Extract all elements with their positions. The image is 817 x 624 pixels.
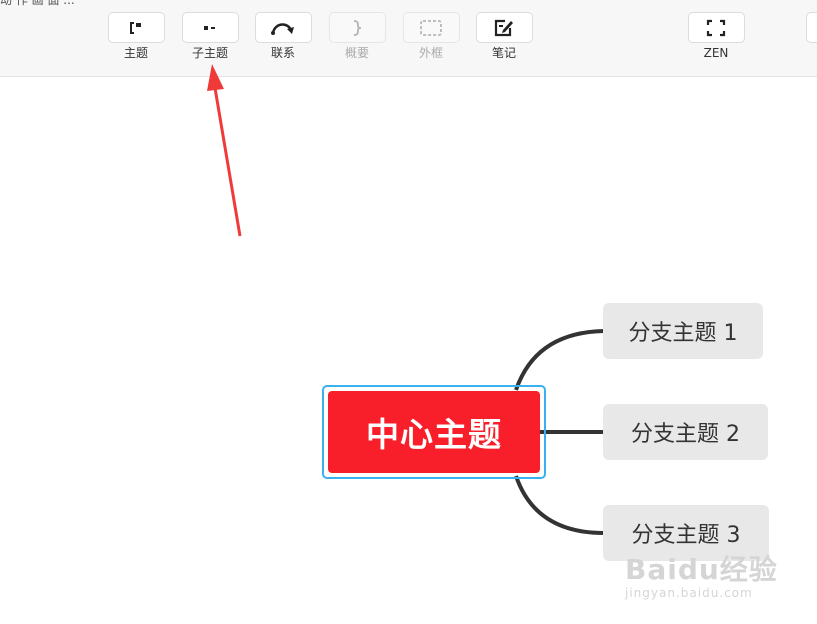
summary-icon bbox=[353, 19, 362, 36]
central-topic[interactable]: 中心主题 bbox=[328, 391, 540, 473]
toolbar: 动 作 画 面 ... 主题 子主题 联系 概要 外框 笔记 ZEN bbox=[0, 0, 817, 77]
branch-topic-2[interactable]: 分支主题 2 bbox=[603, 404, 768, 460]
note-icon bbox=[494, 19, 513, 36]
relationship-button[interactable] bbox=[254, 12, 312, 43]
boundary-label: 外框 bbox=[418, 46, 443, 60]
topic-icon bbox=[130, 21, 141, 34]
relationship-label: 联系 bbox=[270, 46, 295, 60]
subtopic-button[interactable] bbox=[181, 12, 239, 43]
toolbar-edge-button[interactable] bbox=[806, 12, 817, 43]
relationship-icon bbox=[271, 22, 294, 35]
zen-label: ZEN bbox=[703, 46, 729, 60]
toolbar-item-summary[interactable]: 概要 bbox=[327, 12, 387, 61]
toolbar-item-relationship[interactable]: 联系 bbox=[253, 12, 313, 61]
branch-topic-1[interactable]: 分支主题 1 bbox=[603, 303, 763, 359]
summary-button[interactable] bbox=[328, 12, 386, 43]
watermark-logo: Baidu经验 bbox=[625, 553, 778, 586]
watermark-url: jingyan.baidu.com bbox=[625, 586, 753, 600]
zen-button[interactable] bbox=[687, 12, 745, 43]
note-label: 笔记 bbox=[491, 46, 516, 60]
baidu-watermark: Baidu经验 jingyan.baidu.com bbox=[625, 548, 778, 600]
subtopic-icon bbox=[204, 25, 215, 30]
topic-button[interactable] bbox=[107, 12, 165, 43]
toolbar-item-subtopic[interactable]: 子主题 bbox=[180, 12, 240, 61]
summary-label: 概要 bbox=[344, 46, 369, 60]
zen-fullscreen-icon bbox=[706, 19, 726, 36]
toolbar-item-note[interactable]: 笔记 bbox=[474, 12, 534, 61]
boundary-button[interactable] bbox=[402, 12, 460, 43]
boundary-icon bbox=[420, 19, 442, 36]
top-cut-text: 动 作 画 面 ... bbox=[0, 0, 75, 7]
subtopic-label: 子主题 bbox=[191, 46, 228, 60]
topic-label: 主题 bbox=[123, 46, 148, 60]
toolbar-item-topic[interactable]: 主题 bbox=[106, 12, 166, 61]
toolbar-item-zen[interactable]: ZEN bbox=[686, 12, 746, 61]
toolbar-item-boundary[interactable]: 外框 bbox=[401, 12, 461, 61]
note-button[interactable] bbox=[475, 12, 533, 43]
